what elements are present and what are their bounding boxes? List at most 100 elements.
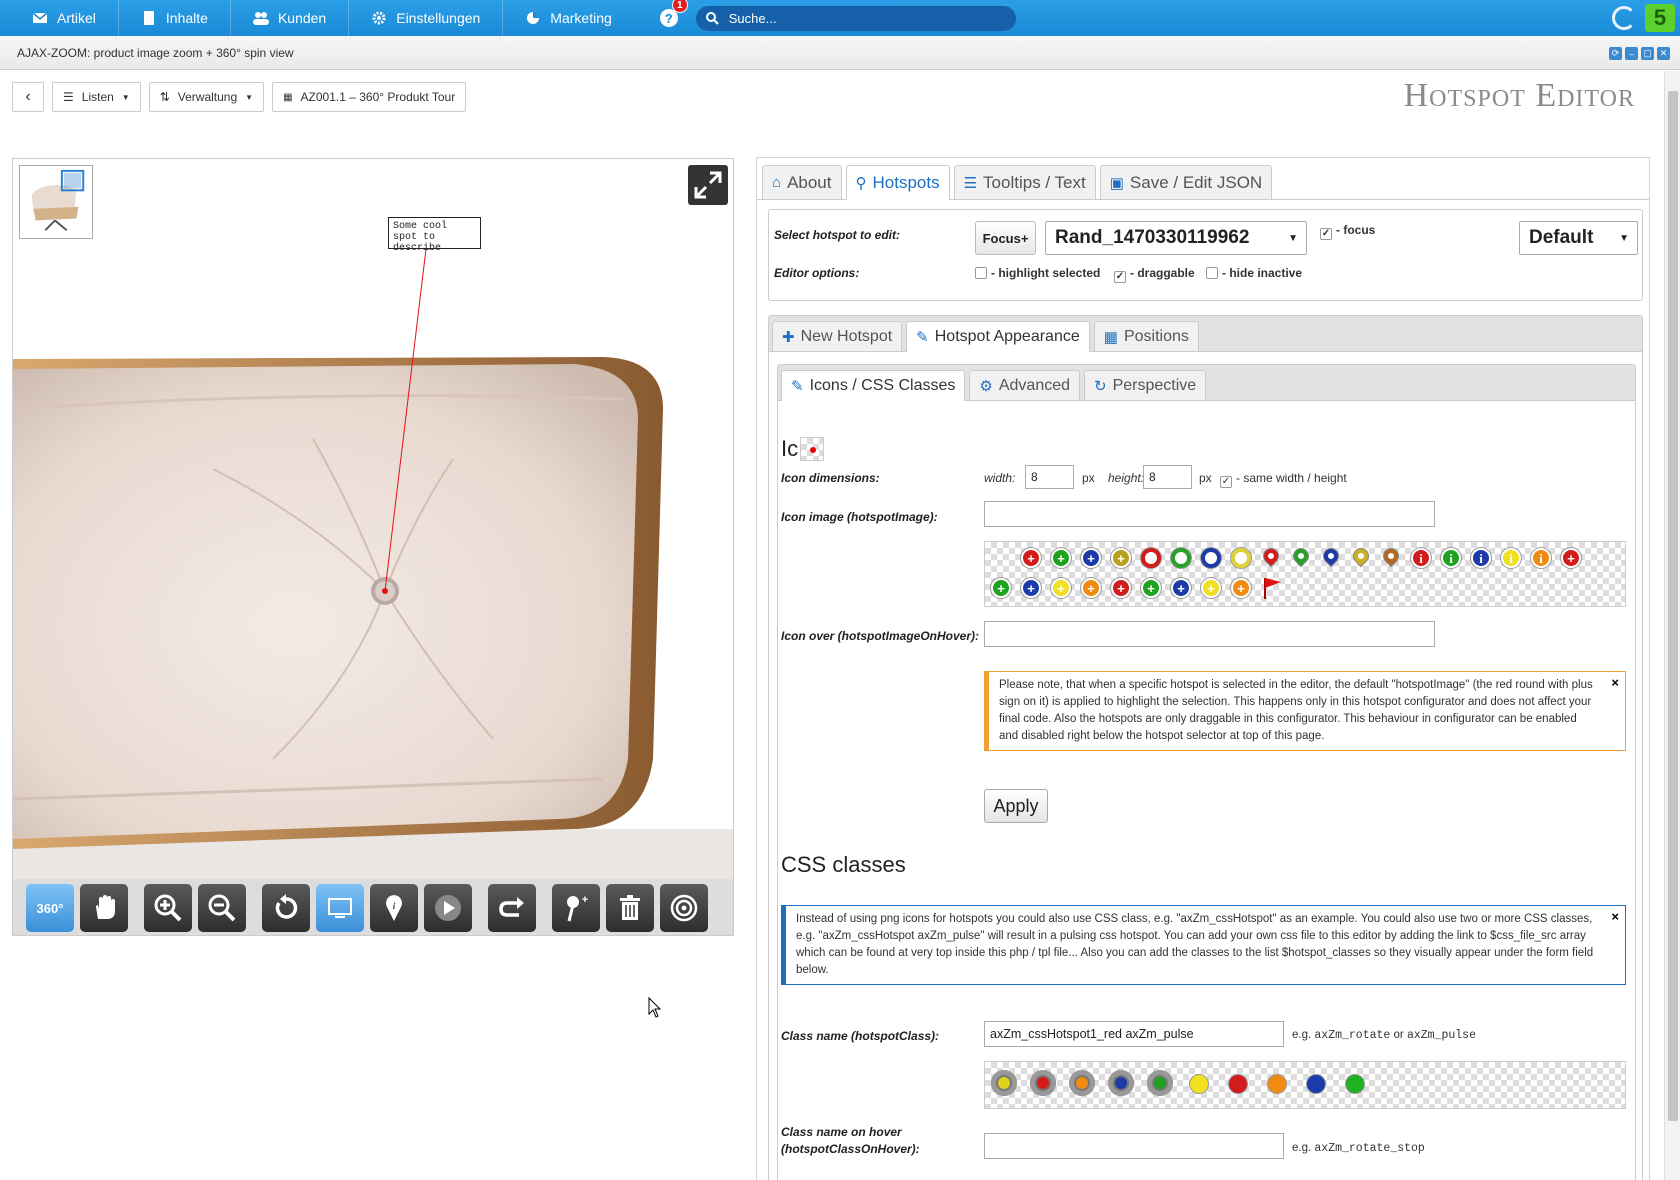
thumbnail-image[interactable] [19,165,93,239]
css-blue-dot-icon[interactable] [1306,1074,1326,1094]
zoom-in-button[interactable] [144,884,192,932]
yellow-info-icon[interactable]: i [1501,548,1521,568]
play-button[interactable] [424,884,472,932]
nav-item-inhalte[interactable]: Inhalte [119,0,231,36]
maximize-window-icon[interactable]: ▢ [1641,47,1654,60]
class-hover-input[interactable] [984,1133,1284,1159]
css-orange-pulse-icon[interactable] [1069,1070,1095,1096]
delete-button[interactable] [606,884,654,932]
blue-ring-icon[interactable] [1201,548,1221,568]
tab-save-json[interactable]: ▣ Save / Edit JSON [1099,165,1273,199]
nav-item-einstellungen[interactable]: Einstellungen [349,0,504,36]
css-yellow-pulse-icon[interactable] [991,1070,1017,1096]
hotspot-select[interactable]: Rand_1470330119962 ▼ [1045,221,1307,255]
tab-hotspot-appearance[interactable]: ✎ Hotspot Appearance [906,321,1090,352]
green-ring-icon[interactable] [1171,548,1191,568]
product-button[interactable]: ▦ AZ001.1 – 360° Produkt Tour [272,82,467,112]
green-pin-icon[interactable] [1289,544,1313,568]
green-plus-icon[interactable]: + [1051,548,1071,568]
red-flag-icon[interactable] [1261,576,1283,600]
tab-perspective[interactable]: ↻ Perspective [1084,370,1207,400]
css-green-pulse-icon[interactable] [1147,1070,1173,1096]
draggable-option[interactable]: ✓ - draggable [1114,266,1195,283]
red-info-icon[interactable]: i [1411,548,1431,568]
yellow-ring-icon[interactable] [1231,548,1251,568]
scrollbar-thumb[interactable] [1668,91,1678,1121]
blue-pin-icon[interactable] [1319,544,1343,568]
close-window-icon[interactable]: ✕ [1657,47,1670,60]
yellow-plus-icon[interactable]: + [1111,548,1131,568]
zoom-out-button[interactable] [198,884,246,932]
nav-item-marketing[interactable]: Marketing [503,0,633,36]
css-green-dot-icon[interactable] [1345,1074,1365,1094]
green-info-icon[interactable]: i [1441,548,1461,568]
red-plus-flat-icon[interactable]: + [1111,578,1131,598]
cloud-logo-icon[interactable] [1612,6,1636,30]
yellow-plus-flat-2-icon[interactable]: + [1201,578,1221,598]
height-input[interactable]: 8 [1143,465,1192,489]
back-button[interactable]: ‹ [12,82,44,112]
blue-plus-flat-2-icon[interactable]: + [1171,578,1191,598]
css-red-pulse-icon[interactable] [1030,1070,1056,1096]
orange-info-icon[interactable]: i [1531,548,1551,568]
orange-plus-flat-icon[interactable]: + [1081,578,1101,598]
focus-option[interactable]: ✓ - focus [1320,223,1375,240]
pan-button[interactable] [80,884,128,932]
hide-inactive-option[interactable]: - hide inactive [1206,266,1302,280]
icon-over-input[interactable] [984,621,1435,647]
apply-button[interactable]: Apply [984,789,1048,823]
red-plus-icon[interactable]: + [1021,548,1041,568]
width-input[interactable]: 8 [1025,465,1074,489]
preset-select[interactable]: Default ▼ [1519,221,1638,255]
shopware-logo-icon[interactable]: 5 [1645,4,1675,32]
red-plus-small-icon[interactable]: + [1561,548,1581,568]
close-icon[interactable]: × [1611,674,1619,691]
same-size-option[interactable]: ✓ - same width / height [1220,471,1347,488]
tab-about[interactable]: ⌂ About [762,165,842,199]
red-pin-icon[interactable] [1259,544,1283,568]
product-image[interactable] [13,159,733,879]
page-scrollbar[interactable] [1664,71,1680,1180]
draggable-checkbox[interactable]: ✓ [1114,271,1126,283]
spin-target-button[interactable] [660,884,708,932]
gallery-button[interactable] [316,884,364,932]
close-icon[interactable]: × [1611,908,1619,925]
nav-item-artikel[interactable]: Artikel [10,0,119,36]
icon-image-input[interactable] [984,501,1435,527]
blue-plus-flat-icon[interactable]: + [1021,578,1041,598]
green-plus-flat-icon[interactable]: + [991,578,1011,598]
hide-inactive-checkbox[interactable] [1206,267,1218,279]
spin-360-button[interactable]: 360° [26,884,74,932]
tab-tooltips[interactable]: ☰ Tooltips / Text [953,165,1096,199]
same-size-checkbox[interactable]: ✓ [1220,476,1232,488]
add-hotspot-button[interactable]: + [552,884,600,932]
yellow-pin-icon[interactable] [1349,544,1373,568]
css-red-dot-icon[interactable] [1228,1074,1248,1094]
tab-hotspots[interactable]: ⚲ Hotspots [845,165,950,200]
orange-plus-flat-2-icon[interactable]: + [1231,578,1251,598]
tab-icons-css[interactable]: ✎ Icons / CSS Classes [781,370,966,401]
nav-item-kunden[interactable]: Kunden [231,0,350,36]
focus-button[interactable]: Focus+ [975,221,1036,255]
fullscreen-button[interactable] [688,165,728,205]
highlight-option[interactable]: - highlight selected [975,266,1100,280]
css-orange-dot-icon[interactable] [1267,1074,1287,1094]
reset-button[interactable] [262,884,310,932]
orange-pin-icon[interactable] [1379,544,1403,568]
search-input[interactable]: Suche... [695,5,1016,31]
tab-new-hotspot[interactable]: ✚ New Hotspot [772,321,903,351]
tab-advanced[interactable]: ⚙ Advanced [969,370,1081,400]
tab-positions[interactable]: ▦ Positions [1093,321,1199,351]
yellow-plus-flat-icon[interactable]: + [1051,578,1071,598]
blue-info-icon[interactable]: i [1471,548,1491,568]
green-plus-flat-2-icon[interactable]: + [1141,578,1161,598]
refresh-window-icon[interactable]: ⟳ [1609,47,1622,60]
minimize-window-icon[interactable]: – [1625,47,1638,60]
class-name-input[interactable]: axZm_cssHotspot1_red axZm_pulse [984,1021,1284,1047]
highlight-checkbox[interactable] [975,267,987,279]
management-dropdown[interactable]: ⇅ Verwaltung ▼ [148,82,265,112]
hotspot-button[interactable]: i [370,884,418,932]
red-ring-icon[interactable] [1141,548,1161,568]
css-yellow-dot-icon[interactable] [1189,1074,1209,1094]
css-blue-pulse-icon[interactable] [1108,1070,1134,1096]
